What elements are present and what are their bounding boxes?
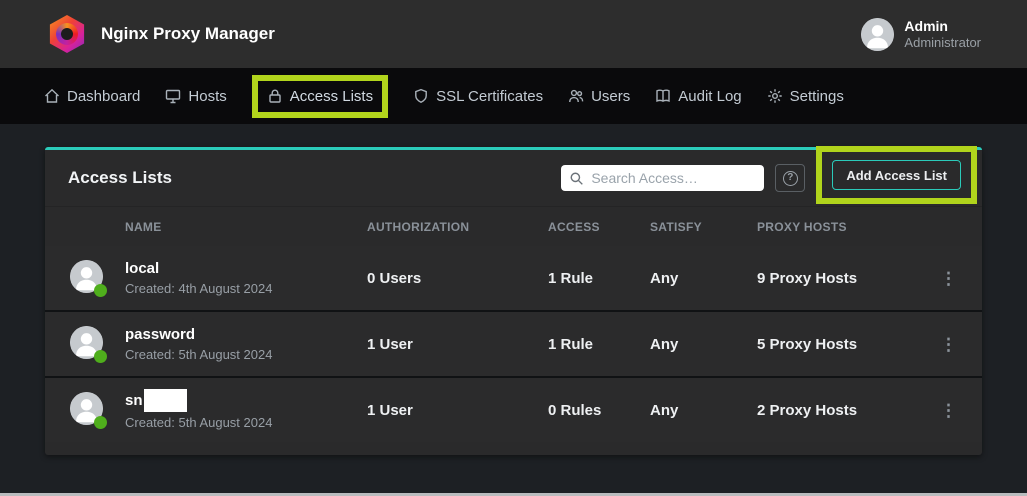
table-row-local[interactable]: local Created: 4th August 2024 0 Users 1… — [45, 246, 982, 310]
nav-item-access-lists[interactable]: Access Lists — [252, 75, 388, 118]
home-icon — [44, 88, 60, 104]
main-nav: Dashboard Hosts Access Lists SSL Certifi… — [0, 68, 1027, 124]
user-menu[interactable]: Admin Administrator — [861, 18, 981, 51]
column-header-satisfy: SATISFY — [650, 220, 757, 234]
help-button[interactable]: ? — [775, 164, 805, 192]
row-avatar — [70, 326, 106, 362]
panel-tools: ? Add Access List — [561, 152, 982, 204]
authorization-value: 1 User — [367, 336, 548, 353]
created-date: Created: 5th August 2024 — [125, 346, 272, 364]
user-name: Admin — [904, 18, 981, 35]
panel-header: Access Lists ? Add Access List — [45, 150, 982, 206]
access-list-name: local — [125, 259, 272, 278]
nav-label: Audit Log — [678, 88, 741, 105]
satisfy-value: Any — [650, 336, 757, 353]
user-avatar — [861, 18, 894, 51]
access-lists-panel: Access Lists ? Add Access List NAME AUTH… — [45, 147, 982, 455]
column-header-proxy-hosts: PROXY HOSTS — [757, 220, 915, 234]
table-body: local Created: 4th August 2024 0 Users 1… — [45, 246, 982, 442]
table-header: NAME AUTHORIZATION ACCESS SATISFY PROXY … — [45, 206, 982, 246]
online-status-dot — [94, 350, 107, 363]
nav-item-users[interactable]: Users — [568, 88, 630, 105]
access-value: 1 Rule — [548, 270, 650, 287]
authorization-value: 1 User — [367, 402, 548, 419]
nav-label: Dashboard — [67, 88, 140, 105]
highlight-box-add-access-list: Add Access List — [816, 146, 977, 204]
created-date: Created: 5th August 2024 — [125, 414, 272, 432]
help-icon: ? — [783, 171, 798, 186]
page-content: Access Lists ? Add Access List NAME AUTH… — [0, 124, 1027, 493]
nav-item-ssl-certificates[interactable]: SSL Certificates — [413, 88, 543, 105]
nav-label: Users — [591, 88, 630, 105]
table-row-sn[interactable]: sn Created: 5th August 2024 1 User 0 Rul… — [45, 378, 982, 442]
proxy-hosts-value: 2 Proxy Hosts — [757, 402, 915, 419]
users-icon — [568, 88, 584, 104]
nav-item-hosts[interactable]: Hosts — [165, 88, 226, 105]
search-input[interactable] — [591, 170, 756, 186]
proxy-hosts-value: 9 Proxy Hosts — [757, 270, 915, 287]
gear-icon — [767, 88, 783, 104]
shield-icon — [413, 88, 429, 104]
name-cell: sn Created: 5th August 2024 — [45, 389, 367, 432]
book-icon — [655, 88, 671, 104]
search-box — [561, 165, 764, 191]
column-header-authorization: AUTHORIZATION — [367, 220, 548, 234]
name-cell: local Created: 4th August 2024 — [45, 259, 367, 298]
redaction-box — [144, 389, 187, 412]
column-header-name: NAME — [45, 220, 367, 234]
authorization-value: 0 Users — [367, 270, 548, 287]
user-role: Administrator — [904, 35, 981, 51]
monitor-icon — [165, 88, 181, 104]
page-title: Access Lists — [68, 168, 172, 188]
search-icon — [569, 171, 584, 186]
row-avatar — [70, 260, 106, 296]
created-date: Created: 4th August 2024 — [125, 280, 272, 298]
nav-label: Hosts — [188, 88, 226, 105]
nav-label: SSL Certificates — [436, 88, 543, 105]
nav-label: Settings — [790, 88, 844, 105]
satisfy-value: Any — [650, 270, 757, 287]
access-list-name: sn — [125, 389, 272, 412]
column-header-access: ACCESS — [548, 220, 650, 234]
name-cell: password Created: 5th August 2024 — [45, 325, 367, 364]
access-value: 1 Rule — [548, 336, 650, 353]
satisfy-value: Any — [650, 402, 757, 419]
access-value: 0 Rules — [548, 402, 650, 419]
online-status-dot — [94, 416, 107, 429]
row-actions-menu-icon[interactable]: ⋮ — [915, 270, 982, 287]
row-avatar — [70, 392, 106, 428]
proxy-hosts-value: 5 Proxy Hosts — [757, 336, 915, 353]
online-status-dot — [94, 284, 107, 297]
row-actions-menu-icon[interactable]: ⋮ — [915, 402, 982, 419]
nginx-proxy-manager-logo-icon — [48, 15, 86, 53]
lock-icon — [267, 88, 283, 104]
nav-item-settings[interactable]: Settings — [767, 88, 844, 105]
table-row-password[interactable]: password Created: 5th August 2024 1 User… — [45, 312, 982, 376]
nav-item-dashboard[interactable]: Dashboard — [44, 88, 140, 105]
add-access-list-button[interactable]: Add Access List — [832, 160, 961, 190]
access-list-name: password — [125, 325, 272, 344]
nav-label: Access Lists — [290, 88, 373, 105]
app-title: Nginx Proxy Manager — [101, 24, 275, 44]
nav-item-audit-log[interactable]: Audit Log — [655, 88, 741, 105]
row-actions-menu-icon[interactable]: ⋮ — [915, 336, 982, 353]
app-header: Nginx Proxy Manager Admin Administrator — [0, 0, 1027, 68]
